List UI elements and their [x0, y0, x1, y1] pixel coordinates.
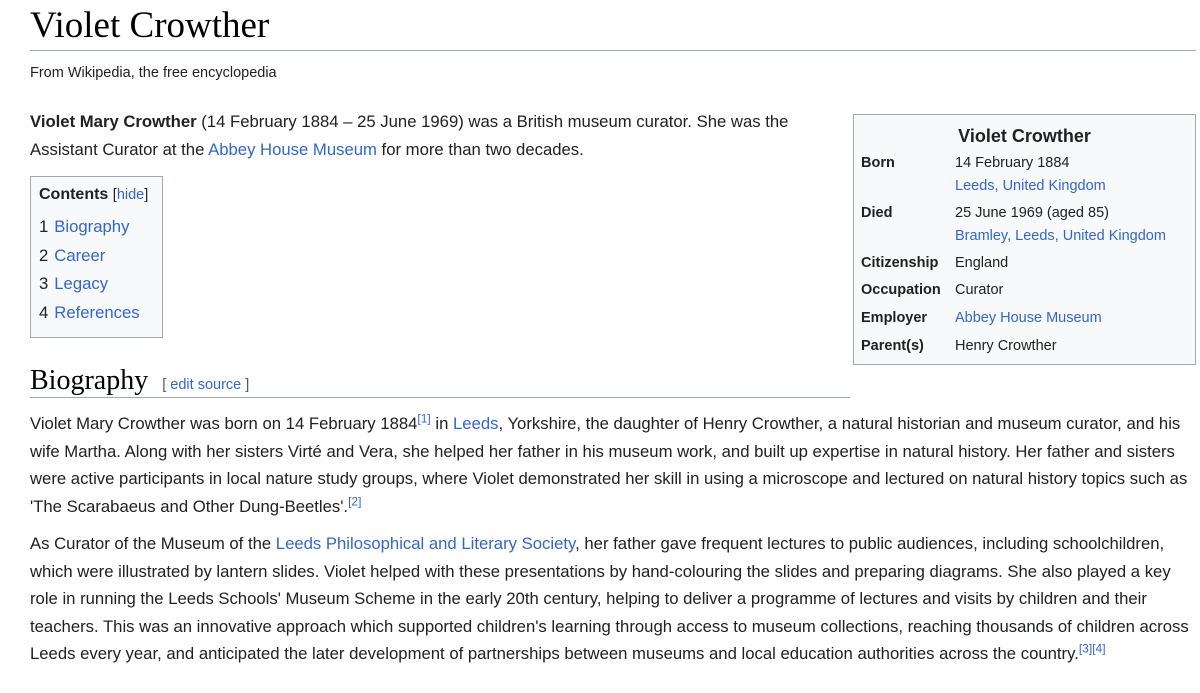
edit-source-link[interactable]: edit source [170, 377, 241, 393]
infobox-row-died: Died 25 June 1969 (aged 85) Bramley, Lee… [861, 202, 1191, 248]
reference-link[interactable]: [3] [1079, 641, 1092, 655]
edit-section: [ edit source ] [162, 377, 250, 393]
toc-title: Contents [39, 186, 109, 203]
toc-item[interactable]: 3 Legacy [39, 270, 154, 299]
lead-paragraph: Violet Mary Crowther (14 February 1884 –… [30, 108, 845, 164]
infobox-row-occupation: Occupation Curator [861, 279, 1191, 302]
table-of-contents: Contents [hide] 1 Biography 2 Career 3 Lega… [30, 176, 163, 338]
toc-hide-link[interactable]: hide [117, 187, 144, 203]
reference-link[interactable]: [1] [417, 411, 430, 425]
lead-text-2: for more than two decades. [376, 140, 584, 159]
section-heading-text: Biography [30, 365, 149, 396]
infobox-label: Citizenship [861, 255, 939, 271]
infobox-value: 14 February 1884 Leeds, United Kingdom [955, 152, 1106, 198]
section-divider [30, 397, 850, 398]
toc-item-number: 2 [39, 245, 49, 265]
infobox-label: Died [861, 205, 893, 221]
died-date: 25 June 1969 (aged 85) [955, 205, 1109, 221]
infobox-row-citizenship: Citizenship England [861, 252, 1191, 275]
infobox-label: Parent(s) [861, 338, 924, 354]
toc-item-number: 3 [39, 274, 49, 293]
toc-item-number: 4 [39, 302, 49, 322]
toc-item[interactable]: 4 References [39, 299, 154, 328]
toc-item-label: References [54, 302, 140, 322]
died-leeds-link[interactable]: Leeds [1015, 228, 1055, 244]
page-title: Violet Crowther [30, 5, 270, 46]
leeds-link[interactable]: Leeds [453, 414, 498, 433]
toc-item[interactable]: 2 Career [39, 242, 154, 271]
site-tagline: From Wikipedia, the free encyclopedia [30, 65, 277, 81]
infobox-value: 25 June 1969 (aged 85) Bramley, Leeds, U… [955, 202, 1166, 248]
toc-header: Contents [hide] [39, 182, 154, 208]
infobox-label: Employer [861, 310, 928, 326]
infobox-row-born: Born 14 February 1884 Leeds, United King… [861, 152, 1191, 198]
infobox-row-parents: Parent(s) Henry Crowther [861, 335, 1191, 358]
died-place: Bramley, Leeds, United Kingdom [955, 228, 1166, 244]
infobox-label: Occupation [861, 282, 941, 298]
reference-link[interactable]: [2] [348, 494, 361, 508]
toc-item-label: Biography [54, 217, 130, 236]
toc-item-label: Career [54, 245, 106, 265]
biography-paragraph-1: Violet Mary Crowther was born on 14 Febr… [30, 411, 1188, 516]
born-uk-link[interactable]: United Kingdom [1003, 178, 1106, 194]
died-uk-link[interactable]: United Kingdom [1063, 228, 1166, 244]
infobox-value: Henry Crowther [955, 338, 1057, 354]
leeds-philosophical-society-link[interactable]: Leeds Philosophical and Literary Society [276, 534, 575, 553]
toc-list: 1 Biography 2 Career 3 Legacy 4 References [39, 213, 154, 327]
born-leeds-link[interactable]: Leeds [955, 178, 995, 194]
article-page: Violet Crowther From Wikipedia, the free… [0, 0, 1200, 693]
infobox-value: Curator [955, 282, 1004, 298]
biography-paragraph-2: As Curator of the Museum of the Leeds Ph… [30, 534, 1189, 663]
infobox-row-employer: Employer Abbey House Museum [861, 307, 1191, 330]
abbey-house-museum-link[interactable]: Abbey House Museum [208, 140, 377, 159]
toc-item-number: 1 [39, 217, 49, 236]
born-place: Leeds, United Kingdom [955, 178, 1106, 194]
infobox-value: England [955, 255, 1009, 271]
toc-toggle: [hide] [112, 187, 149, 203]
title-divider [30, 50, 1196, 51]
reference-link[interactable]: [4] [1092, 641, 1105, 655]
infobox-value: Abbey House Museum [955, 307, 1102, 330]
employer-link[interactable]: Abbey House Museum [955, 310, 1102, 326]
toc-item-label: Legacy [54, 274, 109, 293]
toc-item[interactable]: 1 Biography [39, 213, 154, 242]
infobox: Violet Crowther Born 14 February 1884 Le… [853, 114, 1196, 365]
lead-bold-name: Violet Mary Crowther [30, 112, 197, 131]
died-bramley-link[interactable]: Bramley [955, 228, 1007, 244]
infobox-title: Violet Crowther [958, 126, 1091, 146]
born-date: 14 February 1884 [955, 155, 1070, 171]
infobox-label: Born [861, 155, 895, 171]
